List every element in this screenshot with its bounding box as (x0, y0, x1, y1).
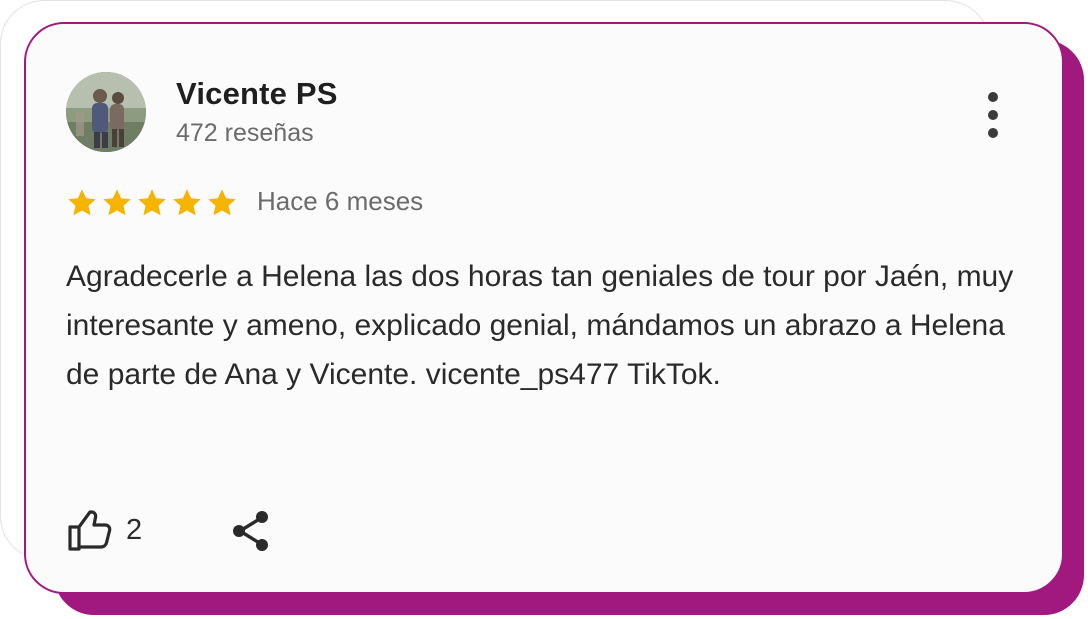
avatar[interactable] (66, 72, 146, 152)
star-icon (173, 189, 201, 216)
author-review-count: 472 reseñas (176, 119, 314, 147)
more-vertical-icon (988, 92, 998, 102)
review-date: Hace 6 meses (257, 186, 424, 216)
more-options-button[interactable] (976, 92, 1010, 138)
star-icon (68, 189, 96, 216)
avatar-photo (66, 72, 146, 152)
like-count: 2 (126, 513, 143, 546)
author-name[interactable]: Vicente PS (176, 76, 338, 112)
review-text: Agradecerle a Helena las dos horas tan g… (66, 260, 1014, 391)
star-icon (208, 189, 236, 216)
like-button[interactable]: 2 (66, 508, 142, 552)
share-icon[interactable] (228, 508, 274, 554)
star-icon (138, 189, 166, 216)
star-icon (103, 189, 131, 216)
review-card: Vicente PS 472 reseñas Hace 6 meses Agra… (24, 22, 1064, 594)
star-rating (66, 187, 238, 219)
thumbs-up-icon (68, 510, 112, 551)
